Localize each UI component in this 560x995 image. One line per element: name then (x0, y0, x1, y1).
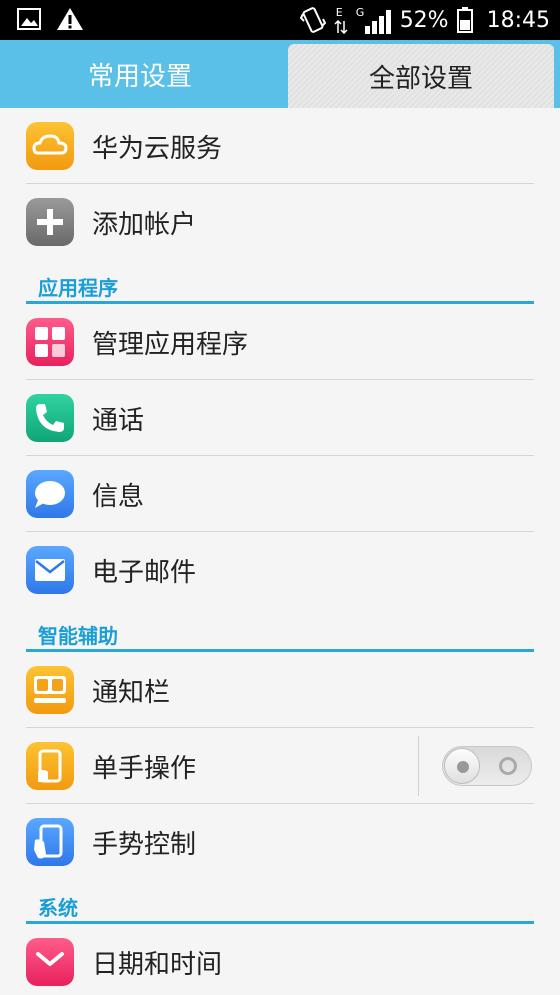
settings-item-notification-bar[interactable]: 通知栏 (0, 652, 560, 728)
data-activity-indicator: E (334, 6, 348, 34)
gesture-hand-icon (26, 818, 74, 866)
settings-item-label: 手势控制 (92, 829, 197, 860)
signal-indicator: G (356, 6, 392, 34)
settings-item-label: 添加帐户 (92, 209, 197, 240)
image-notification-icon (17, 8, 41, 30)
signal-strength-icon (364, 10, 391, 34)
battery-icon (456, 7, 473, 33)
settings-item-label: 通知栏 (92, 677, 171, 708)
phone-icon (26, 394, 74, 442)
settings-item-label: 华为云服务 (92, 133, 223, 164)
section-header-system: 系统 (0, 880, 560, 924)
calendar-icon (26, 938, 74, 986)
one-hand-phone-icon (26, 742, 74, 790)
section-title: 系统 (38, 896, 78, 920)
settings-item-label: 单手操作 (92, 753, 197, 784)
section-title: 应用程序 (38, 276, 118, 300)
tab-common-settings[interactable]: 常用设置 (0, 40, 280, 108)
data-arrows-icon (334, 20, 348, 34)
message-bubble-icon (26, 470, 74, 518)
settings-item-gesture-control[interactable]: 手势控制 (0, 804, 560, 880)
apps-grid-icon (26, 318, 74, 366)
battery-percent: 52% (399, 7, 449, 33)
toggle-dot-icon (457, 761, 469, 773)
toggle-separator (418, 736, 419, 796)
settings-item-huawei-cloud[interactable]: 华为云服务 (0, 108, 560, 184)
status-bar: E G 52% 18:45 (0, 0, 560, 40)
settings-item-label: 电子邮件 (92, 557, 197, 588)
section-header-smart-assist: 智能辅助 (0, 608, 560, 652)
settings-item-calls[interactable]: 通话 (0, 380, 560, 456)
one-hand-toggle-switch[interactable] (442, 746, 532, 786)
plus-icon (26, 198, 74, 246)
network-type-label: E (335, 6, 343, 19)
section-title: 智能辅助 (38, 624, 118, 648)
tab-all-settings[interactable]: 全部设置 (288, 44, 554, 108)
settings-item-label: 日期和时间 (92, 949, 223, 980)
settings-item-label: 通话 (92, 405, 145, 436)
clock: 18:45 (486, 7, 550, 33)
envelope-icon (26, 546, 74, 594)
notification-panel-icon (26, 666, 74, 714)
section-header-apps: 应用程序 (0, 260, 560, 304)
settings-item-manage-apps[interactable]: 管理应用程序 (0, 304, 560, 380)
settings-item-label: 管理应用程序 (92, 329, 249, 360)
settings-item-date-time[interactable]: 日期和时间 (0, 924, 560, 995)
settings-list: 华为云服务 添加帐户 应用程序 管理应用程序 通话 信息 电子邮件 智能辅助 通… (0, 108, 560, 995)
settings-item-one-hand[interactable]: 单手操作 (0, 728, 560, 804)
settings-tabs: 常用设置 全部设置 (0, 40, 560, 108)
toggle-off-ring-icon (499, 757, 517, 775)
settings-item-messages[interactable]: 信息 (0, 456, 560, 532)
toggle-knob (444, 748, 480, 784)
warning-icon (57, 8, 83, 30)
settings-item-label: 信息 (92, 481, 145, 512)
cloud-icon (26, 122, 74, 170)
settings-item-add-account[interactable]: 添加帐户 (0, 184, 560, 260)
settings-item-email[interactable]: 电子邮件 (0, 532, 560, 608)
vibrate-icon (299, 7, 326, 33)
